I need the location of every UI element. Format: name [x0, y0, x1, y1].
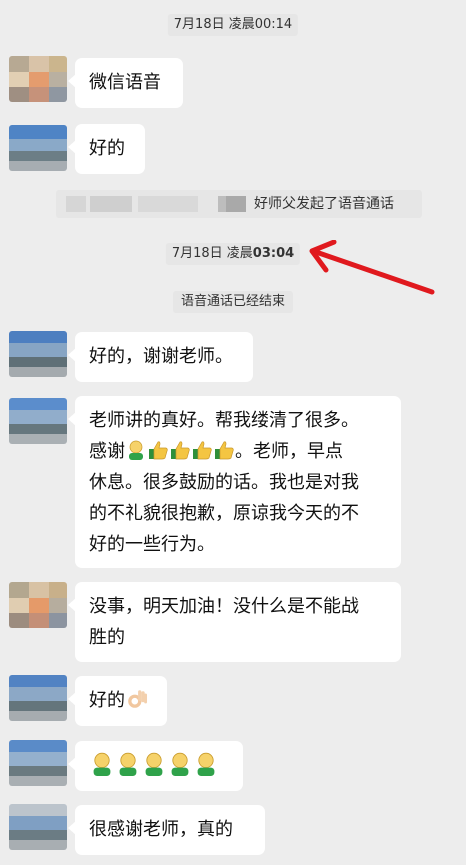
avatar[interactable]	[9, 56, 67, 102]
message-line: 的不礼貌很抱歉，原谅我今天的不	[89, 503, 359, 524]
message-line: 胜的	[89, 627, 125, 648]
message-text: 很感谢老师，真的	[89, 819, 233, 840]
message-bubble[interactable]: 没事，明天加油！没什么是不能战 胜的	[68, 582, 401, 662]
face-green-shirt-icon	[119, 752, 137, 776]
message-bubble[interactable]: 好的，谢谢老师。	[68, 332, 253, 382]
message-line: 好的一些行为。	[89, 534, 215, 555]
timestamp-pill: 7月18日 凌晨00:14	[167, 14, 299, 36]
avatar[interactable]	[9, 331, 67, 377]
message-line: 感谢 。老师，早点	[89, 436, 387, 467]
thumbs-up-icon	[193, 441, 212, 460]
avatar[interactable]	[9, 582, 67, 628]
redaction-block	[66, 196, 86, 212]
message-line: 休息。很多鼓励的话。我也是对我	[89, 472, 359, 493]
message-line: 老师讲的真好。帮我缕清了很多。	[89, 410, 359, 431]
face-green-shirt-icon	[197, 752, 215, 776]
system-text: 好师父发起了语音通话	[254, 196, 394, 212]
face-green-shirt-icon	[129, 440, 143, 460]
message-bubble[interactable]	[68, 741, 243, 791]
timestamp-time: 03:04	[252, 246, 295, 261]
thumbs-up-icon	[149, 441, 168, 460]
ok-hand-icon	[128, 690, 148, 708]
message-text: 。老师，早点	[235, 441, 343, 462]
thumbs-up-icon	[171, 441, 190, 460]
redaction-block	[138, 196, 198, 212]
message-text: 好的	[89, 138, 125, 159]
face-green-shirt-icon	[145, 752, 163, 776]
face-green-shirt-icon	[93, 752, 111, 776]
system-message-call-ended: 语音通话已经结束	[172, 291, 294, 313]
system-text: 语音通话已经结束	[180, 294, 286, 309]
message-bubble[interactable]: 很感谢老师，真的	[68, 805, 265, 855]
avatar[interactable]	[9, 804, 67, 850]
avatar[interactable]	[9, 740, 67, 786]
timestamp-pill: 7月18日 凌晨03:04	[165, 243, 301, 265]
annotation-arrow	[309, 240, 435, 295]
message-text: 微信语音	[89, 72, 161, 93]
redaction-block	[226, 196, 246, 212]
avatar[interactable]	[9, 125, 67, 171]
message-line: 没事，明天加油！没什么是不能战	[89, 596, 359, 617]
message-text: 好的，谢谢老师。	[89, 346, 233, 367]
timestamp-text: 7月18日 凌晨00:14	[173, 17, 293, 32]
message-bubble[interactable]: 老师讲的真好。帮我缕清了很多。 感谢 。老师，早点 休息。很多鼓励的话。我也是对我…	[68, 396, 401, 568]
message-bubble[interactable]: 微信语音	[68, 58, 183, 108]
message-bubble[interactable]: 好的	[68, 124, 145, 174]
message-text: 感谢	[89, 441, 125, 462]
system-message-call-started: 好师父发起了语音通话	[56, 190, 422, 218]
message-bubble[interactable]: 好的	[68, 676, 167, 726]
message-text: 好的	[89, 690, 125, 711]
face-green-shirt-icon	[171, 752, 189, 776]
avatar[interactable]	[9, 675, 67, 721]
thumbs-up-icon	[215, 441, 234, 460]
timestamp-date: 7月18日 凌晨	[171, 246, 253, 261]
redaction-block	[90, 196, 132, 212]
avatar[interactable]	[9, 398, 67, 444]
